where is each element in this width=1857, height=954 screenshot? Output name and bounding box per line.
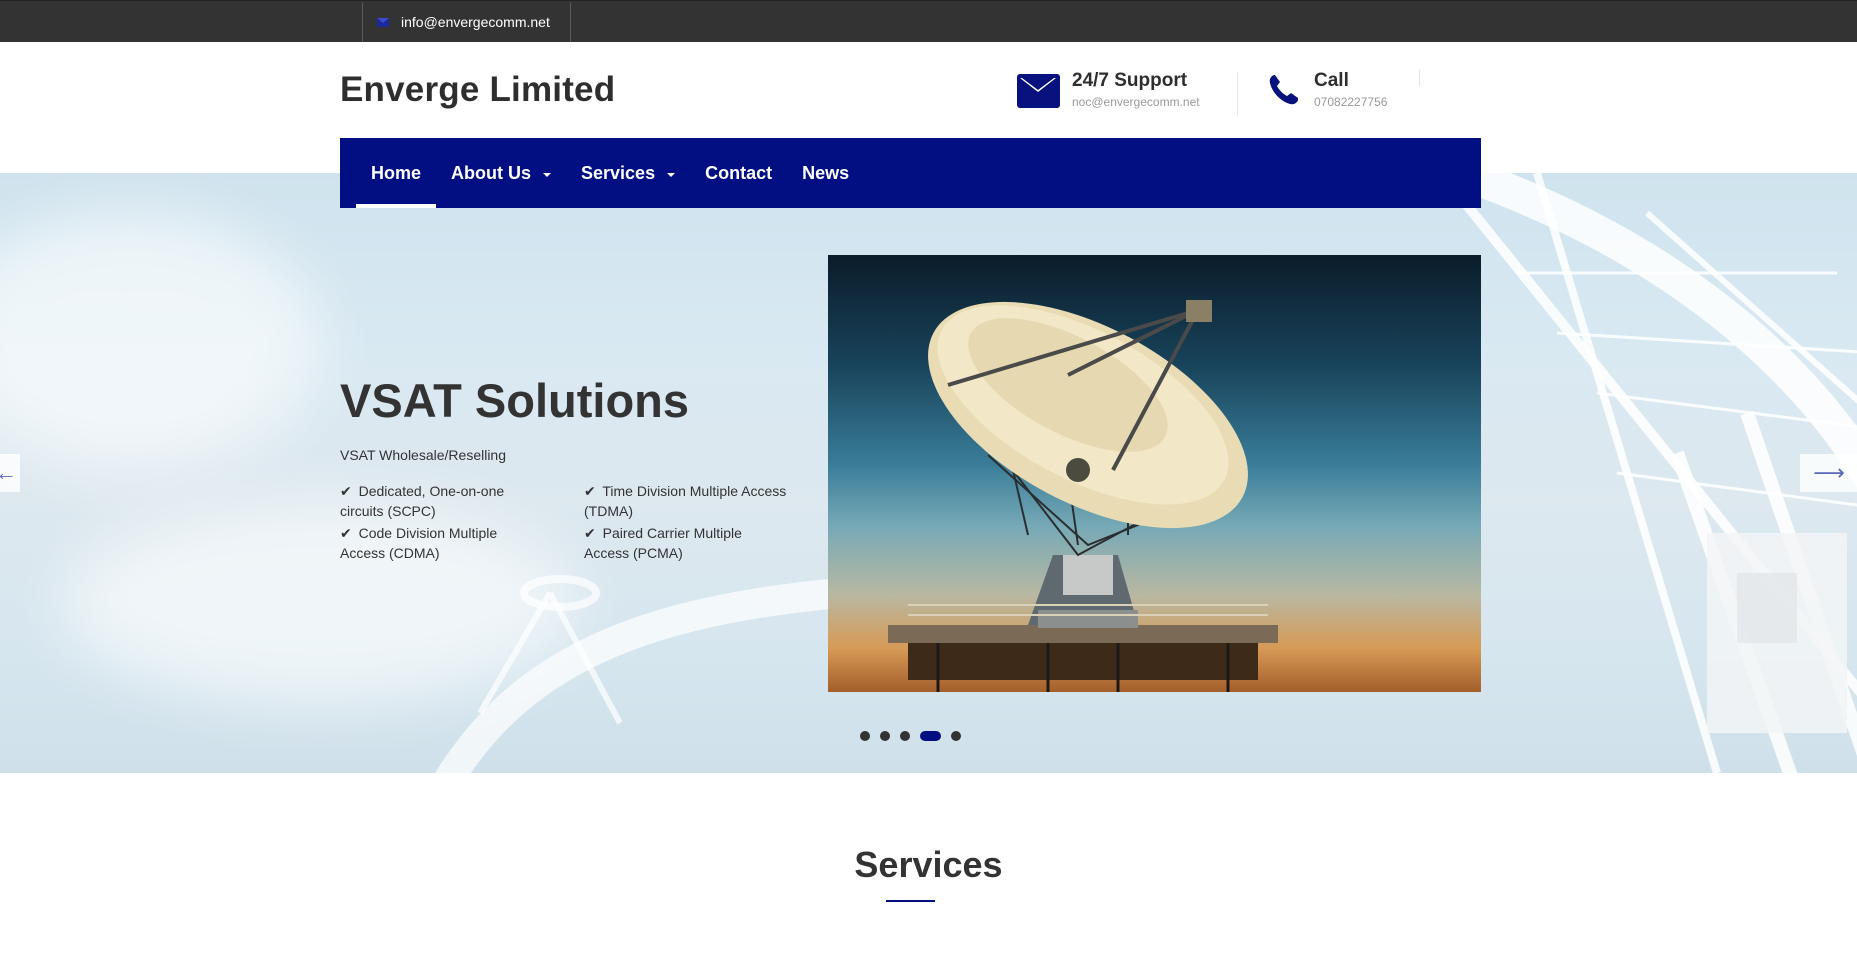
call-title: Call (1314, 70, 1349, 91)
heading-underline (886, 900, 935, 902)
nav-item-label: About Us (451, 162, 532, 183)
slider-dot[interactable] (860, 731, 870, 741)
feature-text: Dedicated, One-on-one circuits (SCPC) (340, 483, 505, 519)
hero-title: VSAT Solutions (340, 374, 690, 427)
topbar-email-text[interactable]: info@envergecomm.net (401, 14, 550, 30)
main-nav: Home About Us Services Contact News (340, 138, 1481, 208)
slider-next-button[interactable]: ⟶ (1800, 454, 1857, 492)
top-bar: info@envergecomm.net (0, 0, 1857, 42)
call-contact: Call 07082227756 (1266, 70, 1387, 109)
services-heading: Services (854, 844, 1003, 885)
contact-divider (1419, 70, 1420, 86)
support-contact: 24/7 Support noc@envergecomm.net (1017, 70, 1200, 109)
feature-item: ✔ Paired Carrier Multiple Access (PCMA) (584, 523, 784, 563)
nav-item-services[interactable]: Services (566, 138, 690, 208)
hero-subtitle: VSAT Wholesale/Reselling (340, 447, 507, 463)
check-icon: ✔ (340, 525, 352, 541)
background-dish-image (435, 575, 840, 773)
check-icon: ✔ (340, 483, 352, 499)
caret-down-icon (667, 172, 676, 177)
check-icon: ✔ (584, 525, 596, 541)
slider-prev-button[interactable]: ← (0, 454, 20, 492)
nav-item-label: News (802, 162, 850, 183)
hero-slide-image (828, 255, 1481, 692)
nav-item-label: Services (581, 162, 656, 183)
envelope-icon (377, 17, 389, 27)
feature-text: Paired Carrier Multiple Access (PCMA) (584, 525, 742, 561)
slider-dot[interactable] (880, 731, 890, 741)
caret-down-icon (543, 172, 552, 177)
hero-slider: VSAT Solutions VSAT Wholesale/Reselling … (0, 173, 1857, 773)
check-icon: ✔ (584, 483, 596, 499)
nav-item-contact[interactable]: Contact (690, 138, 787, 208)
hero-background-cloud (0, 213, 320, 473)
phone-icon (1269, 75, 1298, 105)
support-title: 24/7 Support (1072, 70, 1188, 91)
slider-pagination (860, 731, 971, 741)
call-number[interactable]: 07082227756 (1314, 95, 1387, 109)
arrow-right-icon: ⟶ (1813, 460, 1845, 485)
nav-item-news[interactable]: News (787, 138, 864, 208)
feature-item: ✔ Code Division Multiple Access (CDMA) (340, 523, 540, 563)
nav-item-label: Home (371, 162, 422, 183)
topbar-email-link[interactable]: info@envergecomm.net (362, 2, 571, 42)
nav-item-about-us[interactable]: About Us (436, 138, 566, 208)
slider-dot-active[interactable] (920, 731, 941, 741)
feature-text: Time Division Multiple Access (TDMA) (584, 483, 787, 519)
support-email[interactable]: noc@envergecomm.net (1072, 95, 1200, 109)
envelope-icon (1017, 74, 1060, 108)
nav-item-label: Contact (705, 162, 773, 183)
site-logo[interactable]: Enverge Limited (340, 70, 615, 110)
feature-item: ✔ Time Division Multiple Access (TDMA) (584, 481, 804, 521)
slider-dot[interactable] (900, 731, 910, 741)
arrow-left-icon: ← (0, 460, 17, 485)
contact-divider (1237, 72, 1238, 116)
nav-item-home[interactable]: Home (356, 138, 437, 208)
slider-dot[interactable] (951, 731, 961, 741)
feature-text: Code Division Multiple Access (CDMA) (340, 525, 498, 561)
satellite-dish-illustration (888, 300, 1278, 692)
feature-item: ✔ Dedicated, One-on-one circuits (SCPC) (340, 481, 550, 521)
